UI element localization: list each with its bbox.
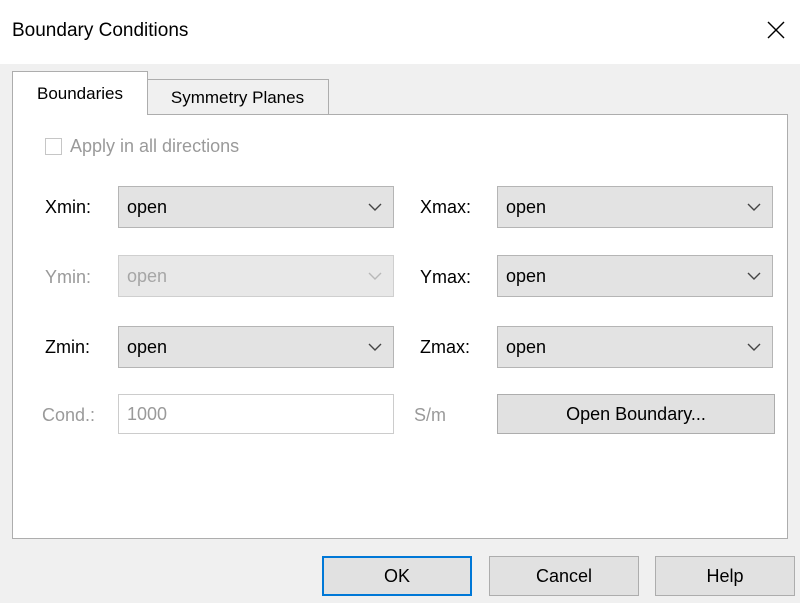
zmax-label: Zmax:	[420, 337, 471, 357]
ymin-label: Ymin:	[45, 267, 92, 287]
ymax-label: Ymax:	[420, 267, 472, 287]
cond-label: Cond.:	[42, 405, 96, 425]
zmin-label: Zmin:	[45, 337, 90, 357]
zmax-select[interactable]: open	[497, 326, 773, 368]
chevron-down-icon	[368, 343, 382, 351]
apply-all-checkbox[interactable]	[45, 138, 62, 155]
xmax-label: Xmax:	[420, 197, 472, 217]
chevron-down-icon	[747, 343, 761, 351]
ok-button[interactable]: OK	[322, 556, 472, 596]
tab-boundaries[interactable]: Boundaries	[12, 71, 148, 115]
dialog-title: Boundary Conditions	[12, 20, 189, 41]
close-icon	[767, 21, 785, 39]
cond-input[interactable]: 1000	[118, 394, 394, 434]
apply-all-label: Apply in all directions	[70, 136, 240, 156]
chevron-down-icon	[747, 272, 761, 280]
close-button[interactable]	[760, 14, 792, 46]
chevron-down-icon	[747, 203, 761, 211]
title-bar: Boundary Conditions	[0, 0, 800, 64]
zmin-select[interactable]: open	[118, 326, 394, 368]
help-button[interactable]: Help	[655, 556, 795, 596]
ymax-select[interactable]: open	[497, 255, 773, 297]
ymin-select[interactable]: open	[118, 255, 394, 297]
apply-all-row: Apply in all directions	[45, 136, 239, 157]
chevron-down-icon	[368, 272, 382, 280]
cond-unit: S/m	[414, 405, 447, 425]
tab-symmetry-planes[interactable]: Symmetry Planes	[147, 79, 329, 115]
xmin-value: open	[127, 196, 168, 217]
chevron-down-icon	[368, 203, 382, 211]
ymin-value: open	[127, 265, 168, 286]
zmax-value: open	[506, 336, 547, 357]
ymax-value: open	[506, 265, 547, 286]
xmax-select[interactable]: open	[497, 186, 773, 228]
xmax-value: open	[506, 196, 547, 217]
cancel-button[interactable]: Cancel	[489, 556, 639, 596]
xmin-select[interactable]: open	[118, 186, 394, 228]
xmin-label: Xmin:	[45, 197, 92, 217]
zmin-value: open	[127, 336, 168, 357]
open-boundary-button[interactable]: Open Boundary...	[497, 394, 775, 434]
cond-value: 1000	[127, 403, 168, 424]
